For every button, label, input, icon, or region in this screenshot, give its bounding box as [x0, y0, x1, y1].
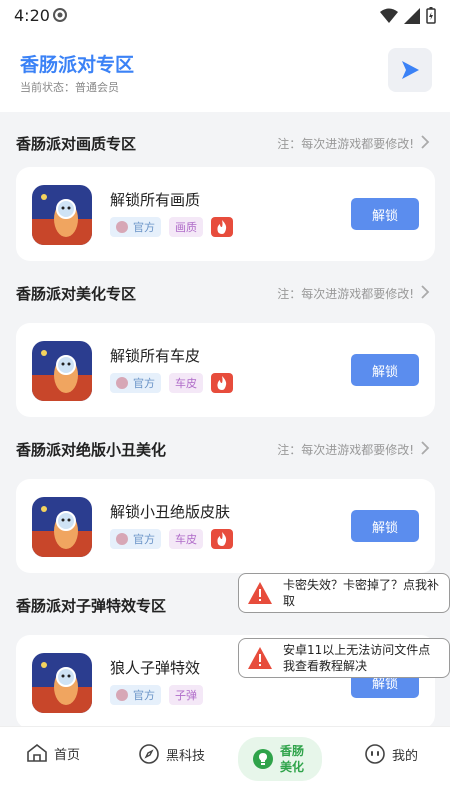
feature-card: 解锁所有车皮 官方 车皮 解锁: [16, 323, 435, 417]
official-tag: 官方: [110, 217, 161, 237]
official-tag: 官方: [110, 685, 161, 705]
battery-icon: [426, 7, 436, 24]
status-time: 4:20: [14, 6, 50, 25]
official-avatar-icon: [116, 377, 128, 389]
game-icon: [32, 653, 92, 713]
section-note: 注：每次进游戏都要修改!: [277, 287, 414, 301]
bottom-nav: 首页 黑科技 香肠美化 我的: [0, 726, 450, 800]
nav-label: 我的: [392, 748, 419, 764]
section-header[interactable]: 香肠派对画质专区 注：每次进游戏都要修改!: [0, 125, 450, 161]
card-title: 狼人子弹特效: [110, 659, 201, 677]
section-title: 香肠派对绝版小丑美化: [16, 441, 167, 459]
category-tag: 子弹: [169, 685, 203, 705]
section-header[interactable]: 香肠派对美化专区 注：每次进游戏都要修改!: [0, 275, 450, 311]
nav-label: 首页: [54, 747, 81, 763]
compass-icon: [139, 744, 159, 764]
nav-mine[interactable]: 我的: [364, 743, 418, 765]
signal-icon: [404, 7, 420, 24]
section-note: 注：每次进游戏都要修改!: [277, 443, 414, 457]
unlock-button[interactable]: 解锁: [351, 354, 419, 386]
nav-sausage-beauty[interactable]: 香肠美化: [238, 737, 322, 781]
fire-icon: [211, 373, 233, 393]
warning-icon: [248, 647, 272, 669]
nav-home[interactable]: 首页: [26, 743, 80, 763]
nav-label: 香肠美化: [280, 744, 305, 774]
section-title: 香肠派对美化专区: [16, 285, 137, 303]
card-title: 解锁所有车皮: [110, 347, 201, 365]
tag-list: 官方 车皮: [110, 373, 233, 393]
category-tag: 车皮: [169, 529, 203, 549]
tag-list: 官方 子弹: [110, 685, 203, 705]
game-icon: [32, 185, 92, 245]
app-header: 香肠派对专区 当前状态：普通会员: [0, 32, 450, 112]
chevron-right-icon: [421, 135, 430, 149]
feature-card: 解锁小丑绝版皮肤 官方 车皮 解锁: [16, 479, 435, 573]
fire-icon: [211, 529, 233, 549]
official-avatar-icon: [116, 533, 128, 545]
toast-card-recovery[interactable]: 卡密失效？卡密掉了？点我补取: [238, 573, 450, 613]
warning-icon: [248, 582, 272, 604]
section-note: 注：每次进游戏都要修改!: [277, 137, 414, 151]
nav-black-tech[interactable]: 黑科技: [138, 743, 205, 765]
category-tag: 车皮: [169, 373, 203, 393]
game-icon: [32, 341, 92, 401]
membership-status: 当前状态：普通会员: [20, 81, 119, 94]
section-title: 香肠派对子弹特效专区: [16, 597, 167, 615]
face-icon: [365, 744, 385, 764]
toast-android-help[interactable]: 安卓11以上无法访问文件点我查看教程解决: [238, 638, 450, 678]
chevron-right-icon: [421, 441, 430, 455]
official-tag: 官方: [110, 373, 161, 393]
status-icons: [380, 7, 436, 24]
toast-text: 安卓11以上无法访问文件点我查看教程解决: [283, 643, 431, 673]
play-button[interactable]: [388, 48, 432, 92]
status-bar: 4:20: [0, 0, 450, 32]
card-title: 解锁小丑绝版皮肤: [110, 503, 231, 521]
page-title: 香肠派对专区: [20, 54, 135, 76]
game-icon: [32, 497, 92, 557]
section-title: 香肠派对画质专区: [16, 135, 137, 153]
chevron-right-icon: [421, 285, 430, 299]
tag-list: 官方 画质: [110, 217, 233, 237]
toast-text: 卡密失效？卡密掉了？点我补取: [283, 578, 440, 608]
card-title: 解锁所有画质: [110, 191, 201, 209]
settings-status-icon: [53, 8, 67, 22]
bulb-icon: [253, 749, 273, 769]
play-icon: [402, 61, 419, 79]
official-avatar-icon: [116, 689, 128, 701]
fire-icon: [211, 217, 233, 237]
tag-list: 官方 车皮: [110, 529, 233, 549]
wifi-icon: [380, 8, 398, 23]
feature-card: 解锁所有画质 官方 画质 解锁: [16, 167, 435, 261]
official-tag: 官方: [110, 529, 161, 549]
section-header[interactable]: 香肠派对绝版小丑美化 注：每次进游戏都要修改!: [0, 431, 450, 467]
official-avatar-icon: [116, 221, 128, 233]
category-tag: 画质: [169, 217, 203, 237]
unlock-button[interactable]: 解锁: [351, 510, 419, 542]
nav-label: 黑科技: [166, 748, 206, 764]
unlock-button[interactable]: 解锁: [351, 198, 419, 230]
home-icon: [27, 743, 47, 762]
